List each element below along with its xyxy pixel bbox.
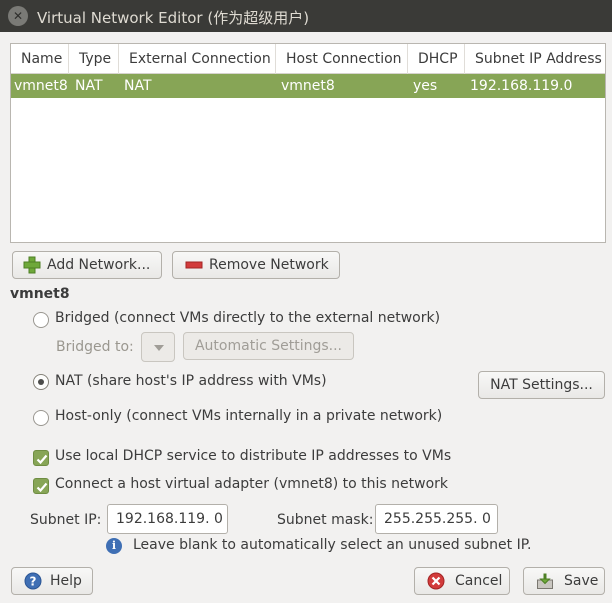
bridged-to-dropdown[interactable]: [141, 332, 175, 362]
host-adapter-label: Connect a host virtual adapter (vmnet8) …: [55, 476, 449, 492]
subnet-hint: Leave blank to automatically select an u…: [133, 537, 532, 553]
cancel-button[interactable]: Cancel: [414, 567, 510, 595]
cancel-icon: [427, 572, 445, 590]
table-header: Name Type External Connection Host Conne…: [11, 44, 605, 74]
chevron-down-icon: [154, 345, 164, 351]
cell-type: NAT: [75, 78, 103, 94]
nat-settings-label: NAT Settings...: [490, 377, 593, 393]
host-only-label: Host-only (connect VMs internally in a p…: [55, 408, 443, 424]
checkmark-icon: [36, 454, 48, 465]
cancel-label: Cancel: [455, 573, 503, 589]
plus-icon: [23, 256, 41, 274]
dhcp-label: Use local DHCP service to distribute IP …: [55, 448, 452, 464]
title-bar: ✕ Virtual Network Editor (作为超级用户): [0, 0, 612, 32]
subnet-mask-label: Subnet mask:: [277, 512, 374, 528]
network-table[interactable]: Name Type External Connection Host Conne…: [10, 43, 606, 243]
bridged-to-label: Bridged to:: [56, 339, 134, 355]
column-header-type[interactable]: Type: [69, 44, 119, 74]
help-icon: ?: [24, 572, 42, 590]
column-header-host-connection[interactable]: Host Connection: [276, 44, 408, 74]
nat-settings-button[interactable]: NAT Settings...: [478, 371, 605, 399]
cell-host-connection: vmnet8: [281, 78, 335, 94]
host-adapter-checkbox[interactable]: [33, 478, 49, 494]
help-label: Help: [50, 573, 82, 589]
automatic-settings-button[interactable]: Automatic Settings...: [183, 332, 354, 360]
column-header-name[interactable]: Name: [11, 44, 69, 74]
subnet-ip-label: Subnet IP:: [30, 512, 102, 528]
help-button[interactable]: ? Help: [11, 567, 93, 595]
svg-text:?: ?: [30, 575, 37, 589]
table-row[interactable]: vmnet8 NAT NAT vmnet8 yes 192.168.119.0: [11, 74, 605, 98]
cell-subnet-ip: 192.168.119.0: [470, 78, 573, 94]
automatic-settings-label: Automatic Settings...: [194, 338, 343, 354]
close-icon[interactable]: ✕: [8, 6, 28, 26]
nat-label: NAT (share host's IP address with VMs): [55, 373, 327, 389]
host-only-radio[interactable]: [33, 410, 49, 426]
column-header-external-connection[interactable]: External Connection: [119, 44, 276, 74]
save-icon: [536, 572, 554, 590]
remove-network-label: Remove Network: [209, 257, 329, 273]
add-network-label: Add Network...: [47, 257, 151, 273]
subnet-ip-field[interactable]: 192.168.119. 0: [107, 504, 228, 534]
checkmark-icon: [36, 482, 48, 493]
minus-icon: [185, 256, 203, 274]
save-label: Save: [564, 573, 599, 589]
dhcp-checkbox[interactable]: [33, 450, 49, 466]
save-button[interactable]: Save: [523, 567, 605, 595]
cell-name: vmnet8: [14, 78, 68, 94]
remove-network-button[interactable]: Remove Network: [172, 251, 340, 279]
bridged-radio[interactable]: [33, 312, 49, 328]
info-icon: i: [106, 538, 122, 554]
bridged-label: Bridged (connect VMs directly to the ext…: [55, 310, 441, 326]
window-title: Virtual Network Editor (作为超级用户): [37, 9, 310, 27]
column-header-subnet-ip[interactable]: Subnet IP Address: [465, 44, 605, 74]
network-section-title: vmnet8: [10, 286, 70, 302]
cell-dhcp: yes: [413, 78, 438, 94]
column-header-dhcp[interactable]: DHCP: [408, 44, 465, 74]
cell-external-connection: NAT: [124, 78, 152, 94]
add-network-button[interactable]: Add Network...: [12, 251, 162, 279]
subnet-mask-field[interactable]: 255.255.255. 0: [375, 504, 498, 534]
nat-radio[interactable]: [33, 374, 49, 390]
